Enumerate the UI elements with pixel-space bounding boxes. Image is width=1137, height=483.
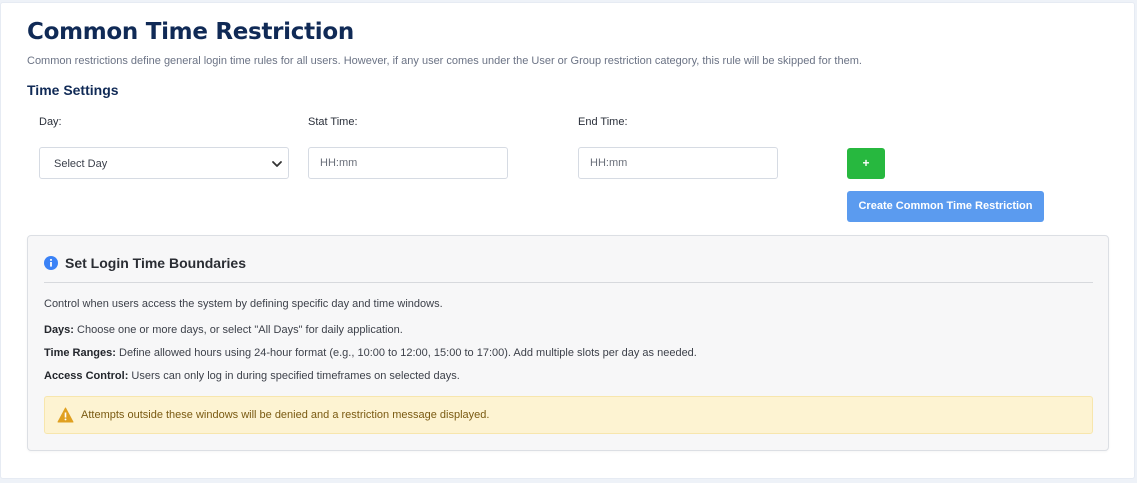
warning-message: Attempts outside these windows will be d… xyxy=(81,409,490,421)
panel-intro: Control when users access the system by … xyxy=(44,298,443,310)
day-select[interactable]: Select Day xyxy=(39,147,289,179)
time-settings-title: Time Settings xyxy=(27,82,119,98)
info-item-term: Access Control: xyxy=(44,370,129,382)
page-title: Common Time Restriction xyxy=(27,19,354,45)
add-slot-button[interactable]: + xyxy=(847,148,885,179)
warning-alert: Attempts outside these windows will be d… xyxy=(44,396,1093,434)
warning-triangle-icon xyxy=(57,407,74,423)
start-time-input[interactable] xyxy=(308,147,508,179)
info-circle-icon xyxy=(44,256,58,270)
info-item-term: Days: xyxy=(44,324,74,336)
info-item-days: Days: Choose one or more days, or select… xyxy=(44,324,403,336)
create-restriction-button[interactable]: Create Common Time Restriction xyxy=(847,191,1044,222)
day-label: Day: xyxy=(39,116,62,128)
panel-title: Set Login Time Boundaries xyxy=(65,255,246,271)
info-item-text: Choose one or more days, or select "All … xyxy=(73,324,403,336)
info-item-term: Time Ranges: xyxy=(44,347,116,359)
end-time-input[interactable] xyxy=(578,147,778,179)
chevron-down-icon xyxy=(272,161,282,167)
day-select-value: Select Day xyxy=(54,158,108,170)
info-panel: Set Login Time Boundaries Control when u… xyxy=(27,235,1109,451)
page-description: Common restrictions define general login… xyxy=(27,55,862,67)
info-item-time-ranges: Time Ranges: Define allowed hours using … xyxy=(44,347,697,359)
info-item-text: Users can only log in during specified t… xyxy=(128,370,460,382)
info-item-access-control: Access Control: Users can only log in du… xyxy=(44,370,460,382)
info-item-text: Define allowed hours using 24-hour forma… xyxy=(115,347,697,359)
end-time-label: End Time: xyxy=(578,116,628,128)
start-time-label: Stat Time: xyxy=(308,116,358,128)
restriction-card: Common Time Restriction Common restricti… xyxy=(0,2,1135,479)
panel-divider xyxy=(44,282,1093,283)
